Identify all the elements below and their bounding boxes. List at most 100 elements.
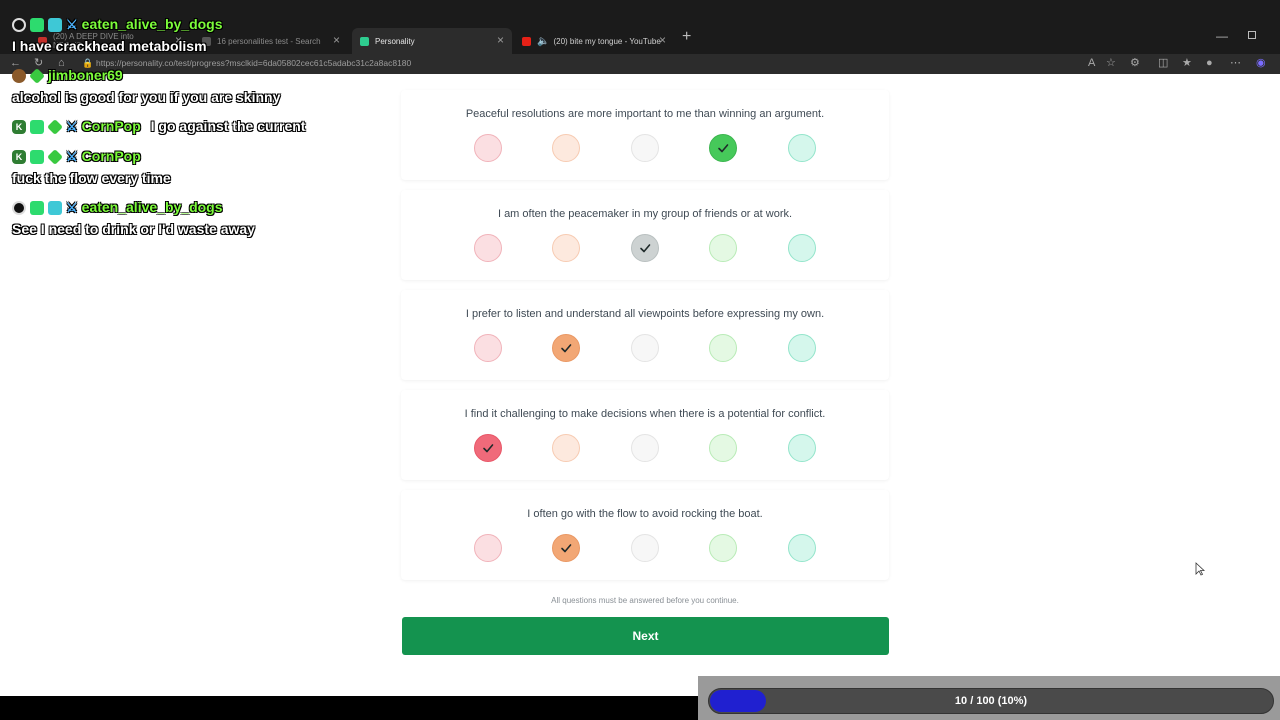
checkmark-icon (483, 444, 494, 453)
answer-option-5[interactable] (788, 134, 816, 162)
answer-option-1[interactable] (474, 134, 502, 162)
sword-badge-icon: ⚔ (66, 17, 78, 32)
progress-bar: 10 / 100 (10%) (708, 688, 1274, 714)
sub-badge-icon (48, 201, 62, 216)
answer-option-1[interactable] (474, 534, 502, 562)
sub-badge-icon (48, 18, 62, 33)
answer-option-4[interactable] (709, 134, 737, 162)
answer-option-2[interactable] (552, 434, 580, 462)
answer-option-3[interactable] (631, 434, 659, 462)
minimize-window-button[interactable]: — (1216, 29, 1228, 43)
tab-title: Personality (375, 36, 415, 46)
gift-badge-icon (30, 18, 44, 33)
chat-username: eaten_alive_by_dogs (81, 199, 223, 215)
chat-username: jimboner69 (48, 67, 123, 83)
question-text: Peaceful resolutions are more important … (465, 108, 825, 120)
answer-option-5[interactable] (788, 334, 816, 362)
answer-option-1[interactable] (474, 234, 502, 262)
read-aloud-icon[interactable]: A (1088, 57, 1095, 69)
answer-option-4[interactable] (709, 434, 737, 462)
kick-badge-icon: K (12, 120, 26, 135)
speaker-icon[interactable]: 🔈 (537, 36, 549, 47)
diamond-badge-icon (47, 149, 63, 166)
x-badge-icon (12, 201, 26, 216)
chat-message-text: alcohol is good for you if you are skinn… (12, 89, 281, 105)
copilot-icon[interactable]: ◉ (1256, 57, 1266, 69)
close-tab-icon[interactable]: × (497, 33, 504, 47)
mouse-cursor-icon (1195, 562, 1205, 576)
answer-option-4[interactable] (709, 234, 737, 262)
answer-option-4[interactable] (709, 534, 737, 562)
diamond-badge-icon (47, 119, 63, 136)
favorites-icon[interactable]: ★ (1182, 57, 1192, 69)
chat-line: ⚔ eaten_alive_by_dogs (12, 199, 223, 216)
answer-option-2[interactable] (552, 534, 580, 562)
favorite-star-icon[interactable]: ☆ (1106, 57, 1116, 69)
checkmark-icon (640, 244, 651, 253)
chat-line: K ⚔ CornPop I go against the current (12, 118, 306, 136)
sword-badge-icon: ⚔ (66, 119, 78, 134)
progress-overlay: 10 / 100 (10%) (698, 676, 1280, 720)
answer-option-1[interactable] (474, 434, 502, 462)
answer-option-3[interactable] (631, 234, 659, 262)
chat-message: alcohol is good for you if you are skinn… (12, 89, 280, 105)
close-tab-icon[interactable]: × (659, 33, 666, 47)
gift-badge-icon (30, 120, 44, 135)
question-text: I am often the peacemaker in my group of… (497, 208, 793, 220)
tab-personality[interactable]: Personality × (352, 28, 512, 54)
question-card: I prefer to listen and understand all vi… (401, 290, 889, 380)
answer-option-2[interactable] (552, 134, 580, 162)
more-menu-icon[interactable]: ⋯ (1230, 57, 1241, 69)
chat-message: I have crackhead metabolism (12, 38, 207, 54)
question-card: Peaceful resolutions are more important … (401, 90, 889, 180)
question-card: I find it challenging to make decisions … (401, 390, 889, 480)
url-field[interactable]: https://personality.co/test/progress?msc… (96, 58, 411, 68)
avatar-badge-icon (12, 69, 26, 84)
chat-message-text: See I need to drink or I'd waste away (12, 221, 255, 237)
chat-message: fuck the flow every time (12, 170, 171, 186)
answer-option-3[interactable] (631, 134, 659, 162)
answer-option-4[interactable] (709, 334, 737, 362)
chat-line: jimboner69 (12, 67, 123, 85)
answer-option-5[interactable] (788, 534, 816, 562)
new-tab-button[interactable]: + (682, 29, 691, 45)
address-bar: ← ↻ ⌂ 🔒 https://personality.co/test/prog… (0, 54, 1280, 74)
progress-label: 10 / 100 (10%) (954, 695, 1028, 707)
next-button[interactable]: Next (402, 617, 889, 655)
chat-line: K ⚔ CornPop (12, 148, 141, 166)
diamond-badge-icon (29, 68, 45, 85)
question-text: I find it challenging to make decisions … (464, 408, 826, 420)
sword-badge-icon: ⚔ (66, 149, 78, 164)
chat-message: See I need to drink or I'd waste away (12, 221, 255, 237)
answer-option-3[interactable] (631, 534, 659, 562)
question-card: I often go with the flow to avoid rockin… (401, 490, 889, 580)
tab-youtube-bite-my-tongue[interactable]: 🔈 (20) bite my tongue - YouTube × (514, 28, 674, 54)
answer-option-3[interactable] (631, 334, 659, 362)
checkmark-icon (718, 144, 729, 153)
maximize-window-button[interactable] (1248, 31, 1256, 39)
chat-message-text: I go against the current (150, 118, 306, 134)
chat-line: ⚔ eaten_alive_by_dogs (12, 16, 223, 33)
question-card: I am often the peacemaker in my group of… (401, 190, 889, 280)
chat-username: CornPop (81, 148, 141, 164)
answer-option-2[interactable] (552, 334, 580, 362)
chat-message-text: fuck the flow every time (12, 170, 171, 186)
youtube-icon (522, 36, 531, 46)
question-text: I prefer to listen and understand all vi… (465, 308, 825, 320)
chat-username: eaten_alive_by_dogs (81, 16, 223, 32)
personality-site-icon (360, 36, 369, 46)
chat-message-text: I have crackhead metabolism (12, 38, 207, 54)
extensions-icon[interactable]: ⚙ (1130, 57, 1140, 69)
profile-avatar-icon[interactable]: ● (1206, 57, 1213, 69)
answer-option-5[interactable] (788, 434, 816, 462)
gift-badge-icon (30, 150, 44, 165)
close-tab-icon[interactable]: × (333, 33, 340, 47)
gift-badge-icon (30, 201, 44, 216)
x-badge-icon (12, 18, 26, 33)
answer-option-2[interactable] (552, 234, 580, 262)
checkmark-icon (561, 544, 572, 553)
answer-option-5[interactable] (788, 234, 816, 262)
answer-option-1[interactable] (474, 334, 502, 362)
split-screen-icon[interactable]: ◫ (1158, 57, 1168, 69)
personality-test-page: Peaceful resolutions are more important … (0, 74, 1280, 696)
